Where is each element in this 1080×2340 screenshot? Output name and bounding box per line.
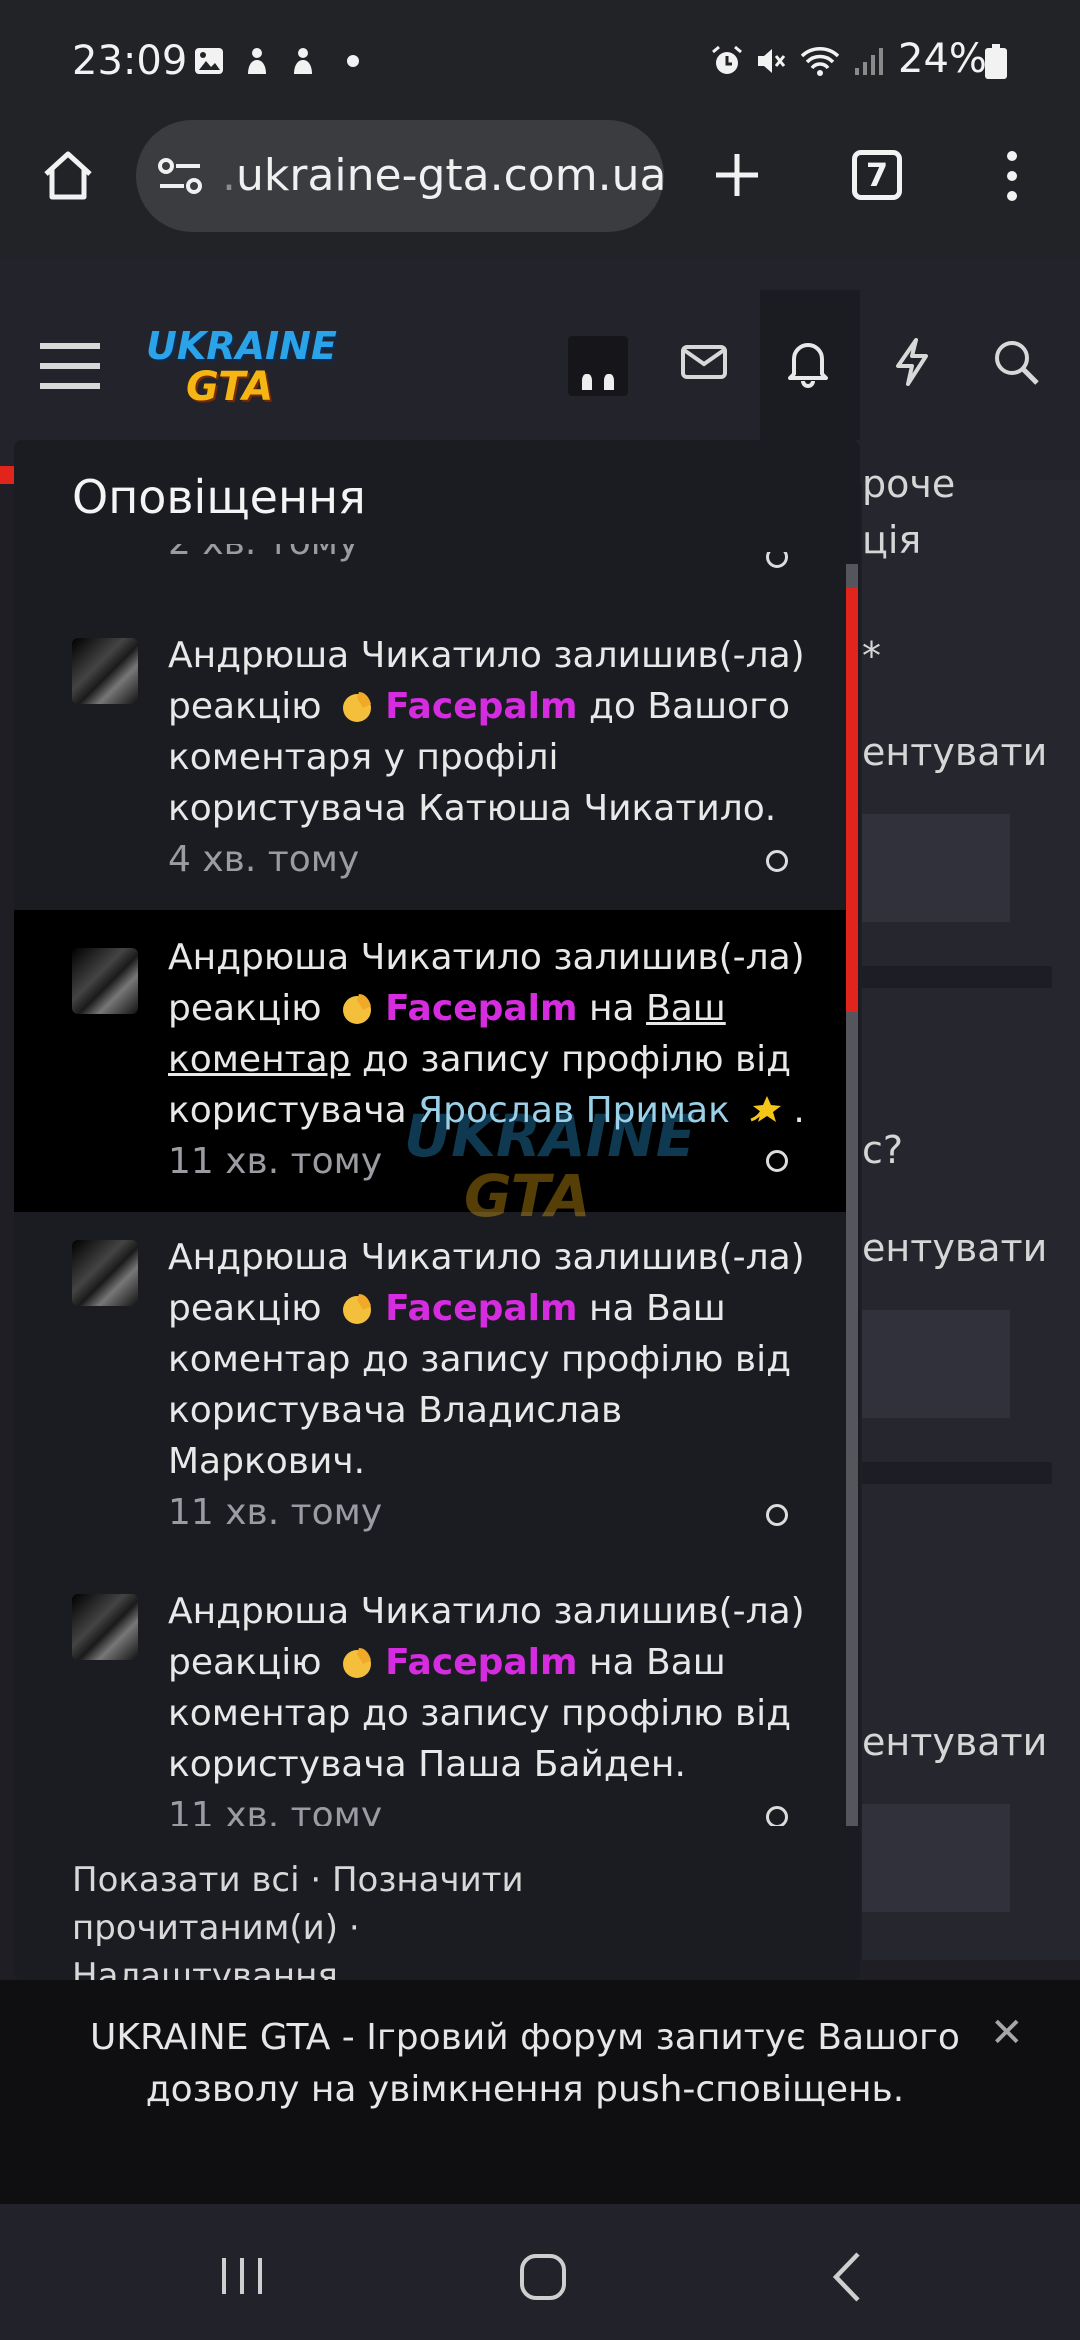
- app-notification-icon: [294, 48, 312, 74]
- more-menu-icon[interactable]: [998, 146, 1026, 206]
- scrollbar-thumb[interactable]: [846, 588, 858, 1012]
- background-input[interactable]: [862, 1310, 1010, 1418]
- site-settings-icon[interactable]: [156, 154, 204, 198]
- signal-icon: [855, 48, 883, 75]
- alarm-icon: [712, 45, 742, 74]
- avatar[interactable]: [72, 1594, 138, 1660]
- bell-icon[interactable]: [782, 336, 834, 388]
- avatar[interactable]: [568, 336, 628, 396]
- facepalm-emoji-icon: [343, 1648, 372, 1678]
- background-text: ція: [862, 518, 922, 562]
- notification-pre-link: на: [588, 988, 635, 1029]
- reaction-name: Facepalm: [385, 1288, 578, 1329]
- app-notification-icon: [248, 48, 266, 74]
- notifications-footer: Показати всі · Позначити прочитаним(и) ·…: [72, 1856, 792, 2000]
- home-icon[interactable]: [38, 146, 98, 206]
- reaction-name: Facepalm: [385, 988, 578, 1029]
- search-icon[interactable]: [990, 336, 1042, 388]
- background-separator: [862, 966, 1052, 988]
- mark-read-toggle[interactable]: [766, 1150, 788, 1172]
- notification-author[interactable]: Андрюша Чикатило: [168, 937, 542, 978]
- avatar[interactable]: [72, 1240, 138, 1306]
- separator: ·: [348, 1908, 360, 1948]
- avatar[interactable]: [72, 638, 138, 704]
- inbox-icon[interactable]: [678, 336, 730, 388]
- mark-read-toggle[interactable]: [766, 1806, 788, 1826]
- logo-text-top: UKRAINE: [146, 324, 337, 368]
- notification-time: 2 хв. тому: [168, 544, 359, 570]
- background-text: *: [862, 634, 881, 678]
- push-banner-text: UKRAINE GTA - Ігровий форум запитує Вашо…: [90, 2017, 960, 2110]
- mute-icon: [758, 49, 786, 73]
- lightning-icon[interactable]: [886, 336, 938, 388]
- notification-author[interactable]: Андрюша Чикатило: [168, 1237, 542, 1278]
- background-comment-link[interactable]: ентувати: [862, 1226, 1047, 1270]
- reaction-name: Facepalm: [385, 1642, 578, 1683]
- dot-icon: [347, 55, 359, 67]
- site-logo[interactable]: UKRAINE GTA: [146, 324, 337, 414]
- background-comment-link[interactable]: ентувати: [862, 1720, 1047, 1764]
- mark-read-toggle[interactable]: [766, 850, 788, 872]
- logo-text-bottom: GTA: [186, 364, 274, 410]
- close-icon[interactable]: ✕: [990, 2010, 1024, 2056]
- notification-text: Андрюша Чикатило залишив(-ла) реакцію Fa…: [168, 1586, 808, 1826]
- recent-apps-icon[interactable]: [218, 2254, 266, 2298]
- hamburger-menu-icon[interactable]: [38, 340, 102, 392]
- battery-icon: [985, 44, 1007, 79]
- tab-count: 7: [865, 156, 889, 194]
- notification-time: 11 хв. тому: [168, 1492, 383, 1533]
- background-separator: [862, 1462, 1052, 1484]
- notification-author[interactable]: Андрюша Чикатило: [168, 635, 542, 676]
- mark-read-toggle[interactable]: [766, 552, 788, 570]
- dizzy-star-emoji-icon: [750, 1096, 782, 1122]
- facepalm-emoji-icon: [343, 692, 372, 722]
- home-button-icon[interactable]: [518, 2252, 568, 2302]
- notification-time: 11 хв. тому: [168, 1795, 383, 1826]
- notifications-title: Оповіщення: [72, 470, 366, 524]
- mark-read-toggle[interactable]: [766, 1504, 788, 1526]
- avatar[interactable]: [72, 948, 138, 1014]
- notification-username[interactable]: Ярослав Примак: [418, 1090, 730, 1131]
- url-prefix-fade: .: [222, 150, 236, 201]
- notification-time: 11 хв. тому: [168, 1141, 383, 1182]
- new-tab-icon[interactable]: [712, 150, 762, 200]
- show-all-link[interactable]: Показати всі: [72, 1860, 300, 1900]
- facepalm-emoji-icon: [343, 1294, 372, 1324]
- reaction-name: Facepalm: [385, 686, 578, 727]
- notification-time: 4 хв. тому: [168, 839, 360, 880]
- background-input[interactable]: [862, 814, 1010, 922]
- battery-percent: 24%: [898, 36, 987, 82]
- background-text: роче: [862, 462, 956, 506]
- notification-author[interactable]: Андрюша Чикатило: [168, 1591, 542, 1632]
- status-time: 23:09: [72, 38, 188, 84]
- background-comment-link[interactable]: ентувати: [862, 730, 1047, 774]
- notification-item[interactable]: Андрюша Чикатило залишив(-ла) реакцію Fa…: [14, 1564, 846, 1826]
- back-icon[interactable]: [830, 2250, 864, 2304]
- notification-text: Андрюша Чикатило залишив(-ла) реакцію Fa…: [168, 937, 805, 1182]
- notification-item-unread[interactable]: UKRAINE GTA Андрюша Чикатило залишив(-ла…: [14, 910, 846, 1226]
- background-text: с?: [862, 1128, 904, 1172]
- notification-text: Андрюша Чикатило залишив(-ла) реакцію Fa…: [168, 1232, 808, 1538]
- notification-text: Андрюша Чикатило залишив(-ла) реакцію Fa…: [168, 630, 808, 885]
- background-accent: [0, 466, 14, 484]
- wifi-icon: [800, 47, 840, 76]
- background-input[interactable]: [862, 1804, 1010, 1912]
- notification-item[interactable]: Андрюша Чикатило залишив(-ла) реакцію Fa…: [14, 610, 846, 910]
- notification-item[interactable]: Андрюша Чикатило залишив(-ла) реакцію Fa…: [14, 1212, 846, 1564]
- url-text[interactable]: ukraine-gta.com.ua: [236, 150, 666, 201]
- separator: ·: [310, 1860, 322, 1900]
- gallery-icon: [195, 48, 223, 74]
- facepalm-emoji-icon: [343, 994, 372, 1024]
